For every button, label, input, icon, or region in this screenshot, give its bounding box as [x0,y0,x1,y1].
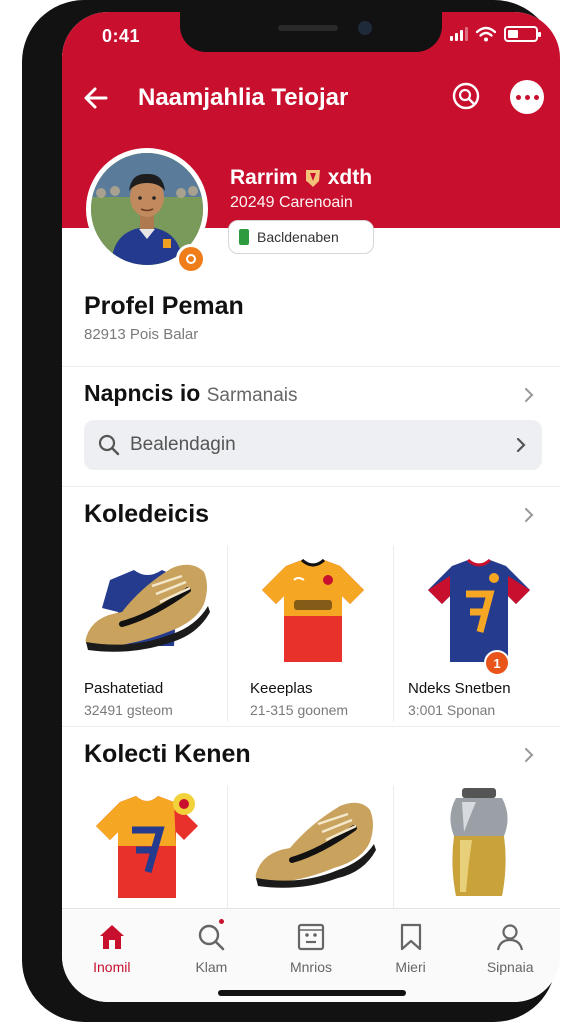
card-subtitle: 3:001 Sponan [408,702,496,718]
card-title: Ndeks Snetben [408,680,511,697]
club-emblem-icon [305,170,320,187]
divider [62,366,560,367]
app-bar: Naamjahlia Teiojar [62,76,560,120]
bottom-tab-bar: Inomil Klam Mnrios Mieri Sipnaia [62,908,560,1002]
collection-grid: Pashatetiad 32491 gsteom Keeeplas 21-315… [62,546,560,722]
collection-title: Kolecti Kenen [84,740,251,768]
bookmark-icon [400,923,421,951]
front-camera [358,21,372,35]
tab-label: Mieri [395,959,426,975]
device-frame: 0:41 Naamjahlia Teiojar Rarrim xdth 2024… [22,0,560,1022]
jersey-icon [428,558,530,662]
navigate-title-light: Sarmanais [206,385,298,406]
divider [62,486,560,487]
chevron-right-icon[interactable] [522,748,536,762]
profile-name: Rarrim xdth [230,166,372,190]
cellular-signal-icon [450,27,468,41]
status-time: 0:41 [102,26,141,46]
card-subtitle: 32491 gsteom [84,702,173,718]
chevron-right-icon[interactable] [522,508,536,522]
tab-search[interactable]: Klam [162,909,262,1002]
collection-card[interactable] [62,786,228,908]
navigate-title-bold: Napncis io [84,380,201,406]
tab-label: Klam [195,959,228,975]
chevron-right-icon[interactable] [522,388,536,402]
tab-label: Mnrios [289,959,332,975]
boot-icon [85,564,210,652]
divider [62,726,560,727]
search-field-text: Bealendagin [130,434,236,455]
card-title: Keeeplas [250,680,313,697]
tab-bookmarks[interactable]: Mieri [361,909,461,1002]
battery-icon [504,26,541,42]
tab-label: Sipnaia [486,959,534,975]
profile-name-suffix: xdth [327,166,373,189]
collection-card[interactable]: Pashatetiad 32491 gsteom [62,546,228,722]
collection-card[interactable]: Keeeplas 21-315 goonem [228,546,394,722]
status-icons [450,26,541,42]
tab-profile[interactable]: Sipnaia [460,909,560,1002]
jersey-icon [96,793,198,898]
back-arrow-icon[interactable] [80,82,112,114]
magnifier-icon [98,434,120,456]
home-indicator[interactable] [218,990,406,996]
card-subtitle: 21-315 goonem [250,702,349,718]
home-icon [99,925,124,949]
profile-icon [497,924,524,951]
wifi-icon [476,26,496,42]
search-icon[interactable] [450,80,484,114]
verified-badge-icon [176,244,206,274]
speaker-grille [278,25,338,31]
profile-section-subtitle: 82913 Pois Balar [84,326,199,343]
chevron-right-icon [516,438,526,452]
collection-title: Koledeicis [84,500,210,528]
bookmark-green-icon [239,229,249,245]
trophy-icon [450,788,508,896]
boot-icon [255,802,376,888]
tab-label: Inomil [93,959,131,975]
collection-card[interactable]: 1 Ndeks Snetben 3:001 Sponan [394,546,560,722]
collection-card[interactable] [228,786,394,908]
tab-home[interactable]: Inomil [62,909,162,1002]
page-title: Naamjahlia Teiojar [138,84,349,111]
collection-card[interactable] [394,786,560,908]
follow-label: Bacldenaben [257,229,339,245]
profile-section-title: Profel Peman [84,292,244,320]
media-icon [297,923,325,951]
collection-grid [62,786,560,908]
jersey-icon [262,558,364,662]
more-options-button[interactable] [510,80,544,114]
tab-media[interactable]: Mnrios [261,909,361,1002]
item-count-badge: 1 [484,650,510,676]
search-icon [199,924,225,951]
app-screen: 0:41 Naamjahlia Teiojar Rarrim xdth 2024… [62,12,560,1002]
follow-button[interactable]: Bacldenaben [228,220,374,254]
navigate-section-title[interactable]: Napncis io Sarmanais [84,380,298,407]
card-title: Pashatetiad [84,680,164,697]
profile-first-name: Rarrim [230,166,298,189]
profile-subtitle: 20249 Carenoain [230,194,353,211]
search-field[interactable]: Bealendagin [84,420,542,470]
device-notch [180,12,442,52]
